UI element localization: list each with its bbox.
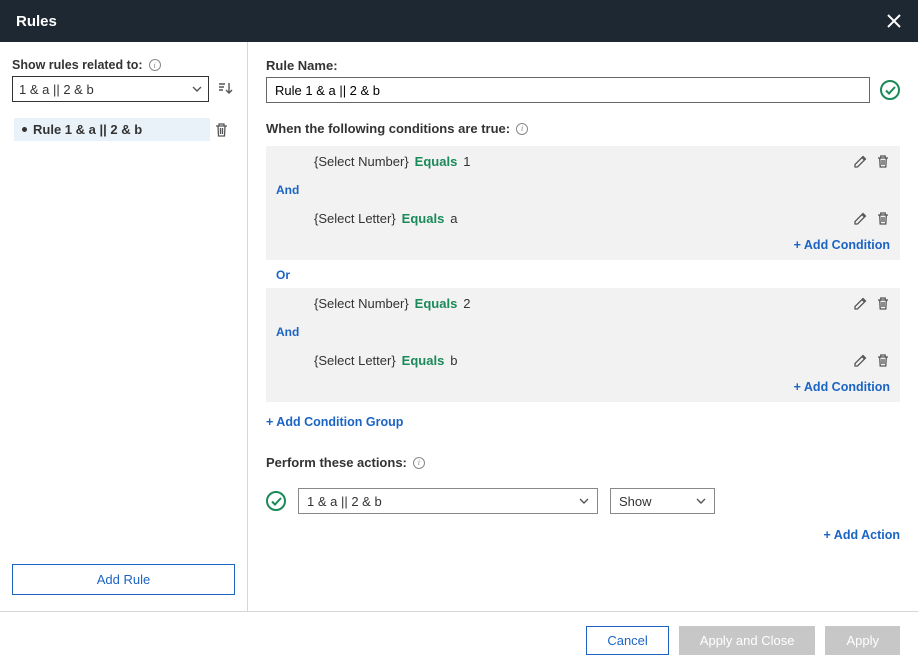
condition-actions [853,353,890,368]
conditions-label: When the following conditions are true: [266,121,510,136]
pencil-icon[interactable] [853,296,868,311]
condition-value: a [450,211,457,226]
condition-value: b [450,353,457,368]
add-condition-row: + Add Condition [266,376,900,402]
condition-expr: {Select Letter} Equals b [314,353,845,368]
rule-item: Rule 1 & a || 2 & b [12,114,235,145]
condition-expr: {Select Number} Equals 2 [314,296,845,311]
trash-icon[interactable] [876,154,890,169]
condition-op: Equals [415,296,458,311]
chevron-down-icon [192,86,202,92]
bullet-icon [22,127,27,132]
rule-item-button[interactable]: Rule 1 & a || 2 & b [14,118,210,141]
condition-row: {Select Number} Equals 2 [266,288,900,319]
trash-icon[interactable] [876,296,890,311]
condition-field: {Select Number} [314,154,409,169]
dialog-footer: Cancel Apply and Close Apply [0,611,918,663]
conditions-label-row: When the following conditions are true: … [266,121,900,136]
close-icon[interactable] [886,13,902,29]
and-operator[interactable]: And [266,177,900,203]
condition-op: Equals [402,211,445,226]
related-select-value: 1 & a || 2 & b [19,82,94,97]
cancel-button[interactable]: Cancel [586,626,668,655]
apply-and-close-button[interactable]: Apply and Close [679,626,816,655]
rule-item-label: Rule 1 & a || 2 & b [33,122,142,137]
actions-label: Perform these actions: [266,455,407,470]
condition-field: {Select Letter} [314,211,396,226]
dialog-title: Rules [16,13,57,30]
action-target-select[interactable]: 1 & a || 2 & b [298,488,598,514]
condition-value: 1 [463,154,470,169]
pencil-icon[interactable] [853,353,868,368]
and-operator[interactable]: And [266,319,900,345]
info-icon[interactable]: i [413,457,425,469]
trash-icon[interactable] [210,122,233,138]
condition-row: {Select Letter} Equals b [266,345,900,376]
condition-actions [853,211,890,226]
or-operator[interactable]: Or [266,262,900,288]
rule-list: Rule 1 & a || 2 & b [12,114,235,564]
actions-label-row: Perform these actions: i [266,455,900,470]
trash-icon[interactable] [876,353,890,368]
add-condition-link[interactable]: + Add Condition [794,238,890,252]
condition-field: {Select Letter} [314,353,396,368]
valid-check-icon [880,80,900,100]
info-icon[interactable]: i [149,59,161,71]
chevron-down-icon [579,498,589,504]
action-target-value: 1 & a || 2 & b [307,494,382,509]
chevron-down-icon [696,498,706,504]
pencil-icon[interactable] [853,154,868,169]
condition-value: 2 [463,296,470,311]
trash-icon[interactable] [876,211,890,226]
dialog-body: Show rules related to: i 1 & a || 2 & b … [0,42,918,611]
sidebar: Show rules related to: i 1 & a || 2 & b … [0,42,248,611]
condition-actions [853,296,890,311]
show-rules-label: Show rules related to: [12,58,143,72]
rule-name-label: Rule Name: [266,58,900,73]
add-group-row: + Add Condition Group [266,404,900,439]
pencil-icon[interactable] [853,211,868,226]
condition-row: {Select Number} Equals 1 [266,146,900,177]
condition-op: Equals [415,154,458,169]
main-panel: Rule Name: When the following conditions… [248,42,918,611]
valid-check-icon [266,491,286,511]
add-action-link[interactable]: + Add Action [823,528,900,542]
add-condition-row: + Add Condition [266,234,900,260]
action-verb-value: Show [619,494,652,509]
condition-expr: {Select Number} Equals 1 [314,154,845,169]
sort-icon[interactable] [215,79,235,99]
apply-button[interactable]: Apply [825,626,900,655]
add-condition-group-link[interactable]: + Add Condition Group [266,415,403,429]
add-condition-link[interactable]: + Add Condition [794,380,890,394]
condition-row: {Select Letter} Equals a [266,203,900,234]
action-row: 1 & a || 2 & b Show [266,480,900,522]
condition-field: {Select Number} [314,296,409,311]
condition-op: Equals [402,353,445,368]
dialog-header: Rules [0,0,918,42]
related-select[interactable]: 1 & a || 2 & b [12,76,209,102]
info-icon[interactable]: i [516,123,528,135]
sidebar-label-row: Show rules related to: i [12,58,235,72]
condition-actions [853,154,890,169]
rule-name-row [266,77,900,103]
related-select-row: 1 & a || 2 & b [12,76,235,102]
add-rule-button[interactable]: Add Rule [12,564,235,595]
actions-section: Perform these actions: i 1 & a || 2 & b … [266,455,900,548]
add-action-row: + Add Action [266,522,900,548]
condition-expr: {Select Letter} Equals a [314,211,845,226]
rule-name-input[interactable] [266,77,870,103]
condition-group: {Select Number} Equals 2 And {Select Let… [266,288,900,402]
action-verb-select[interactable]: Show [610,488,715,514]
condition-group: {Select Number} Equals 1 And {Select Let… [266,146,900,260]
